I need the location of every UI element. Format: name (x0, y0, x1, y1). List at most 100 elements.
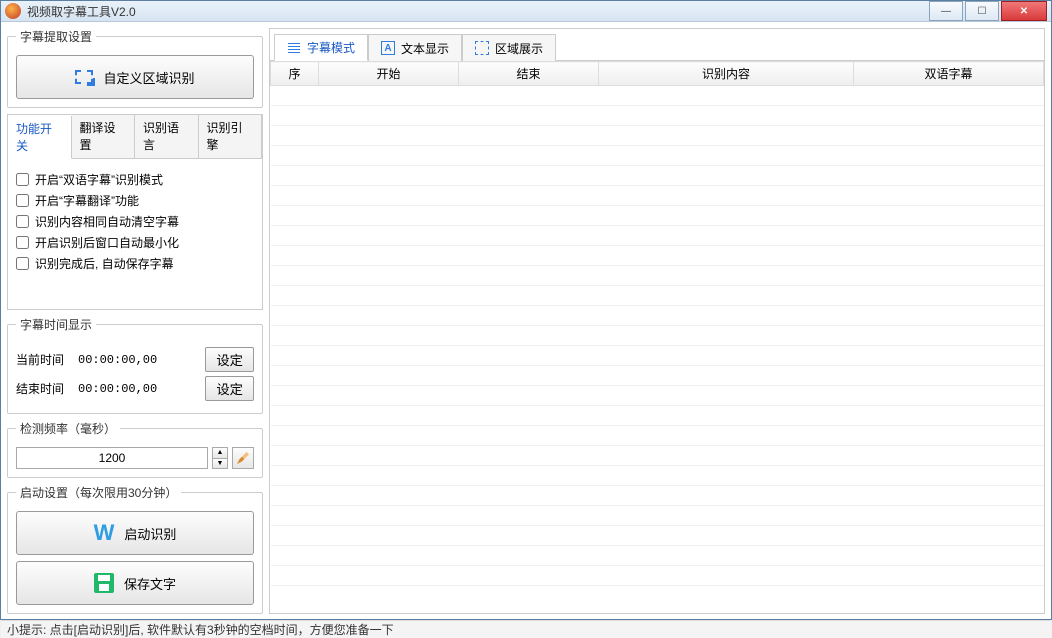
table-row[interactable] (271, 466, 1044, 486)
close-button[interactable]: ✕ (1001, 1, 1047, 21)
extract-settings-group: 字幕提取设置 自定义区域识别 (7, 28, 263, 108)
col-start[interactable]: 开始 (319, 62, 459, 86)
w-icon: W (94, 520, 115, 546)
table-row[interactable] (271, 86, 1044, 106)
tab-recognize-engine[interactable]: 识别引擎 (199, 115, 263, 158)
tab-subtitle-mode-label: 字幕模式 (307, 39, 355, 56)
tab-region-display[interactable]: 区域展示 (462, 34, 556, 61)
save-text-label: 保存文字 (124, 574, 176, 593)
table-row[interactable] (271, 186, 1044, 206)
current-time-row: 当前时间 00:00:00,00 设定 (16, 347, 254, 372)
settings-tabs: 功能开关 翻译设置 识别语言 识别引擎 开启“双语字幕”识别模式 开启“字幕翻译… (7, 114, 263, 310)
start-recognition-button[interactable]: W 启动识别 (16, 511, 254, 555)
table-row[interactable] (271, 406, 1044, 426)
check-minimize-after-input[interactable] (16, 236, 29, 249)
tab-translate-settings[interactable]: 翻译设置 (72, 115, 136, 158)
settings-tab-body: 开启“双语字幕”识别模式 开启“字幕翻译”功能 识别内容相同自动清空字幕 开启识… (8, 159, 262, 309)
selection-rect-icon (75, 70, 93, 84)
custom-area-label: 自定义区域识别 (103, 68, 194, 87)
frequency-up-button[interactable]: ▲ (213, 448, 227, 459)
table-row[interactable] (271, 366, 1044, 386)
table-row[interactable] (271, 146, 1044, 166)
titlebar[interactable]: 视频取字幕工具V2.0 — ☐ ✕ (1, 1, 1051, 22)
subtitle-table-wrap[interactable]: 序 开始 结束 识别内容 双语字幕 (270, 61, 1044, 613)
right-panel: 字幕模式 A 文本显示 区域展示 序 开始 结束 (269, 28, 1045, 614)
check-clear-duplicate-label: 识别内容相同自动清空字幕 (35, 213, 179, 230)
table-row[interactable] (271, 586, 1044, 606)
text-a-icon: A (381, 41, 395, 55)
tab-text-display[interactable]: A 文本显示 (368, 34, 462, 61)
col-bilingual[interactable]: 双语字幕 (854, 62, 1044, 86)
table-row[interactable] (271, 426, 1044, 446)
check-minimize-after-label: 开启识别后窗口自动最小化 (35, 234, 179, 251)
tab-function-switch[interactable]: 功能开关 (8, 116, 72, 159)
frequency-down-button[interactable]: ▼ (213, 459, 227, 469)
set-current-time-button[interactable]: 设定 (205, 347, 254, 372)
custom-area-button[interactable]: 自定义区域识别 (16, 55, 254, 99)
table-row[interactable] (271, 506, 1044, 526)
app-icon (5, 3, 21, 19)
set-end-time-button[interactable]: 设定 (205, 376, 254, 401)
frequency-spinner: ▲ ▼ (212, 447, 228, 469)
tab-region-display-label: 区域展示 (495, 40, 543, 57)
floppy-icon (94, 573, 114, 593)
table-row[interactable] (271, 566, 1044, 586)
check-bilingual-mode-input[interactable] (16, 173, 29, 186)
col-content[interactable]: 识别内容 (599, 62, 854, 86)
table-row[interactable] (271, 286, 1044, 306)
frequency-group: 检测频率（毫秒） ▲ ▼ (7, 420, 263, 478)
window-title: 视频取字幕工具V2.0 (27, 3, 927, 20)
left-panel: 字幕提取设置 自定义区域识别 功能开关 翻译设置 识别语言 识别引擎 开启“双语… (7, 28, 263, 614)
table-row[interactable] (271, 346, 1044, 366)
settings-tabstrip: 功能开关 翻译设置 识别语言 识别引擎 (8, 115, 262, 159)
end-time-label: 结束时间 (16, 380, 70, 397)
table-row[interactable] (271, 386, 1044, 406)
check-autosave[interactable]: 识别完成后, 自动保存字幕 (16, 255, 254, 272)
col-seq[interactable]: 序 (271, 62, 319, 86)
start-recognition-label: 启动识别 (124, 524, 176, 543)
table-row[interactable] (271, 306, 1044, 326)
maximize-button[interactable]: ☐ (965, 1, 999, 21)
content-area: 字幕提取设置 自定义区域识别 功能开关 翻译设置 识别语言 识别引擎 开启“双语… (1, 22, 1051, 620)
frequency-title: 检测频率（毫秒） (16, 420, 120, 437)
tab-recognize-language[interactable]: 识别语言 (135, 115, 199, 158)
table-row[interactable] (271, 166, 1044, 186)
region-icon (475, 41, 489, 55)
check-autosave-label: 识别完成后, 自动保存字幕 (35, 255, 174, 272)
table-row[interactable] (271, 206, 1044, 226)
check-translate-label: 开启“字幕翻译”功能 (35, 192, 139, 209)
check-clear-duplicate[interactable]: 识别内容相同自动清空字幕 (16, 213, 254, 230)
col-end[interactable]: 结束 (459, 62, 599, 86)
check-autosave-input[interactable] (16, 257, 29, 270)
table-row[interactable] (271, 526, 1044, 546)
check-minimize-after[interactable]: 开启识别后窗口自动最小化 (16, 234, 254, 251)
minimize-button[interactable]: — (929, 1, 963, 21)
end-time-row: 结束时间 00:00:00,00 设定 (16, 376, 254, 401)
tab-subtitle-mode[interactable]: 字幕模式 (274, 34, 368, 61)
table-row[interactable] (271, 266, 1044, 286)
tab-text-display-label: 文本显示 (401, 40, 449, 57)
current-time-label: 当前时间 (16, 351, 70, 368)
check-translate-input[interactable] (16, 194, 29, 207)
status-bar: 小提示: 点击[启动识别]后, 软件默认有3秒钟的空档时间，方便您准备一下 (1, 620, 1051, 638)
table-row[interactable] (271, 546, 1044, 566)
current-time-value: 00:00:00,00 (78, 353, 197, 367)
check-translate[interactable]: 开启“字幕翻译”功能 (16, 192, 254, 209)
table-row[interactable] (271, 246, 1044, 266)
window-buttons: — ☐ ✕ (927, 1, 1047, 21)
pencil-icon (237, 452, 249, 464)
table-row[interactable] (271, 486, 1044, 506)
check-clear-duplicate-input[interactable] (16, 215, 29, 228)
end-time-value: 00:00:00,00 (78, 382, 197, 396)
table-row[interactable] (271, 106, 1044, 126)
table-row[interactable] (271, 326, 1044, 346)
table-row[interactable] (271, 446, 1044, 466)
frequency-input[interactable] (16, 447, 208, 469)
check-bilingual-mode[interactable]: 开启“双语字幕”识别模式 (16, 171, 254, 188)
table-row[interactable] (271, 126, 1044, 146)
save-text-button[interactable]: 保存文字 (16, 561, 254, 605)
table-header-row: 序 开始 结束 识别内容 双语字幕 (271, 62, 1044, 86)
start-settings-title: 启动设置（每次限用30分钟） (16, 484, 181, 501)
frequency-edit-button[interactable] (232, 447, 254, 469)
table-row[interactable] (271, 226, 1044, 246)
